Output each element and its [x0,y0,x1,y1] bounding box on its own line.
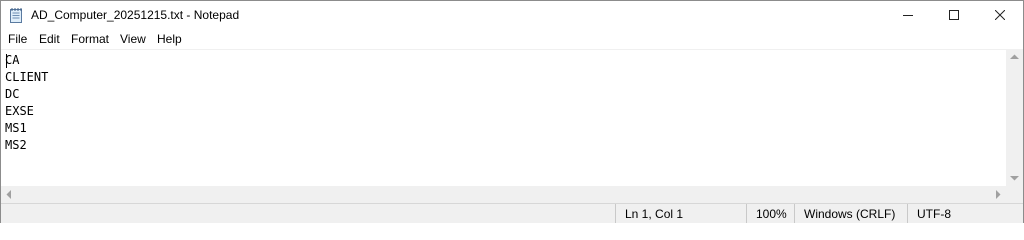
scroll-left-arrow-icon[interactable] [6,190,12,199]
minimize-button[interactable] [885,1,931,29]
close-icon [995,10,1005,20]
menu-view[interactable]: View [120,32,146,46]
maximize-button[interactable] [931,1,977,29]
zoom-level: 100% [756,207,787,221]
status-divider [615,204,616,223]
status-divider [907,204,908,223]
status-bar: Ln 1, Col 1 100% Windows (CRLF) UTF-8 [1,203,1023,223]
minimize-icon [903,15,913,16]
close-button[interactable] [977,1,1023,29]
menu-bar: File Edit Format View Help [1,30,1023,49]
menu-file[interactable]: File [8,32,27,46]
notepad-window: AD_Computer_20251215.txt - Notepad File … [0,0,1024,223]
text-line: EXSE [5,104,34,118]
scroll-down-arrow-icon[interactable] [1010,175,1019,181]
menu-edit[interactable]: Edit [39,32,60,46]
text-editor[interactable]: CA CLIENT DC EXSE MS1 MS2 [1,49,1006,187]
encoding: UTF-8 [917,207,951,221]
status-divider [746,204,747,223]
text-line: CA [5,53,20,67]
text-line: MS2 [5,138,27,152]
menu-help[interactable]: Help [157,32,182,46]
line-ending: Windows (CRLF) [804,207,896,221]
window-title: AD_Computer_20251215.txt - Notepad [31,8,240,22]
status-divider [794,204,795,223]
text-line: DC [5,87,20,101]
vertical-scrollbar[interactable] [1006,49,1023,186]
editor-content[interactable]: CA CLIENT DC EXSE MS1 MS2 [5,52,48,154]
cursor-position: Ln 1, Col 1 [625,207,684,221]
title-bar[interactable]: AD_Computer_20251215.txt - Notepad [1,1,1023,29]
text-line: MS1 [5,121,27,135]
scroll-up-arrow-icon[interactable] [1010,54,1019,60]
horizontal-scrollbar[interactable] [1,186,1006,203]
notepad-icon [9,7,23,23]
scrollbar-corner [1006,186,1023,203]
scroll-right-arrow-icon[interactable] [995,190,1001,199]
maximize-icon [949,10,959,20]
menu-format[interactable]: Format [71,32,109,46]
text-line: CLIENT [5,70,49,84]
